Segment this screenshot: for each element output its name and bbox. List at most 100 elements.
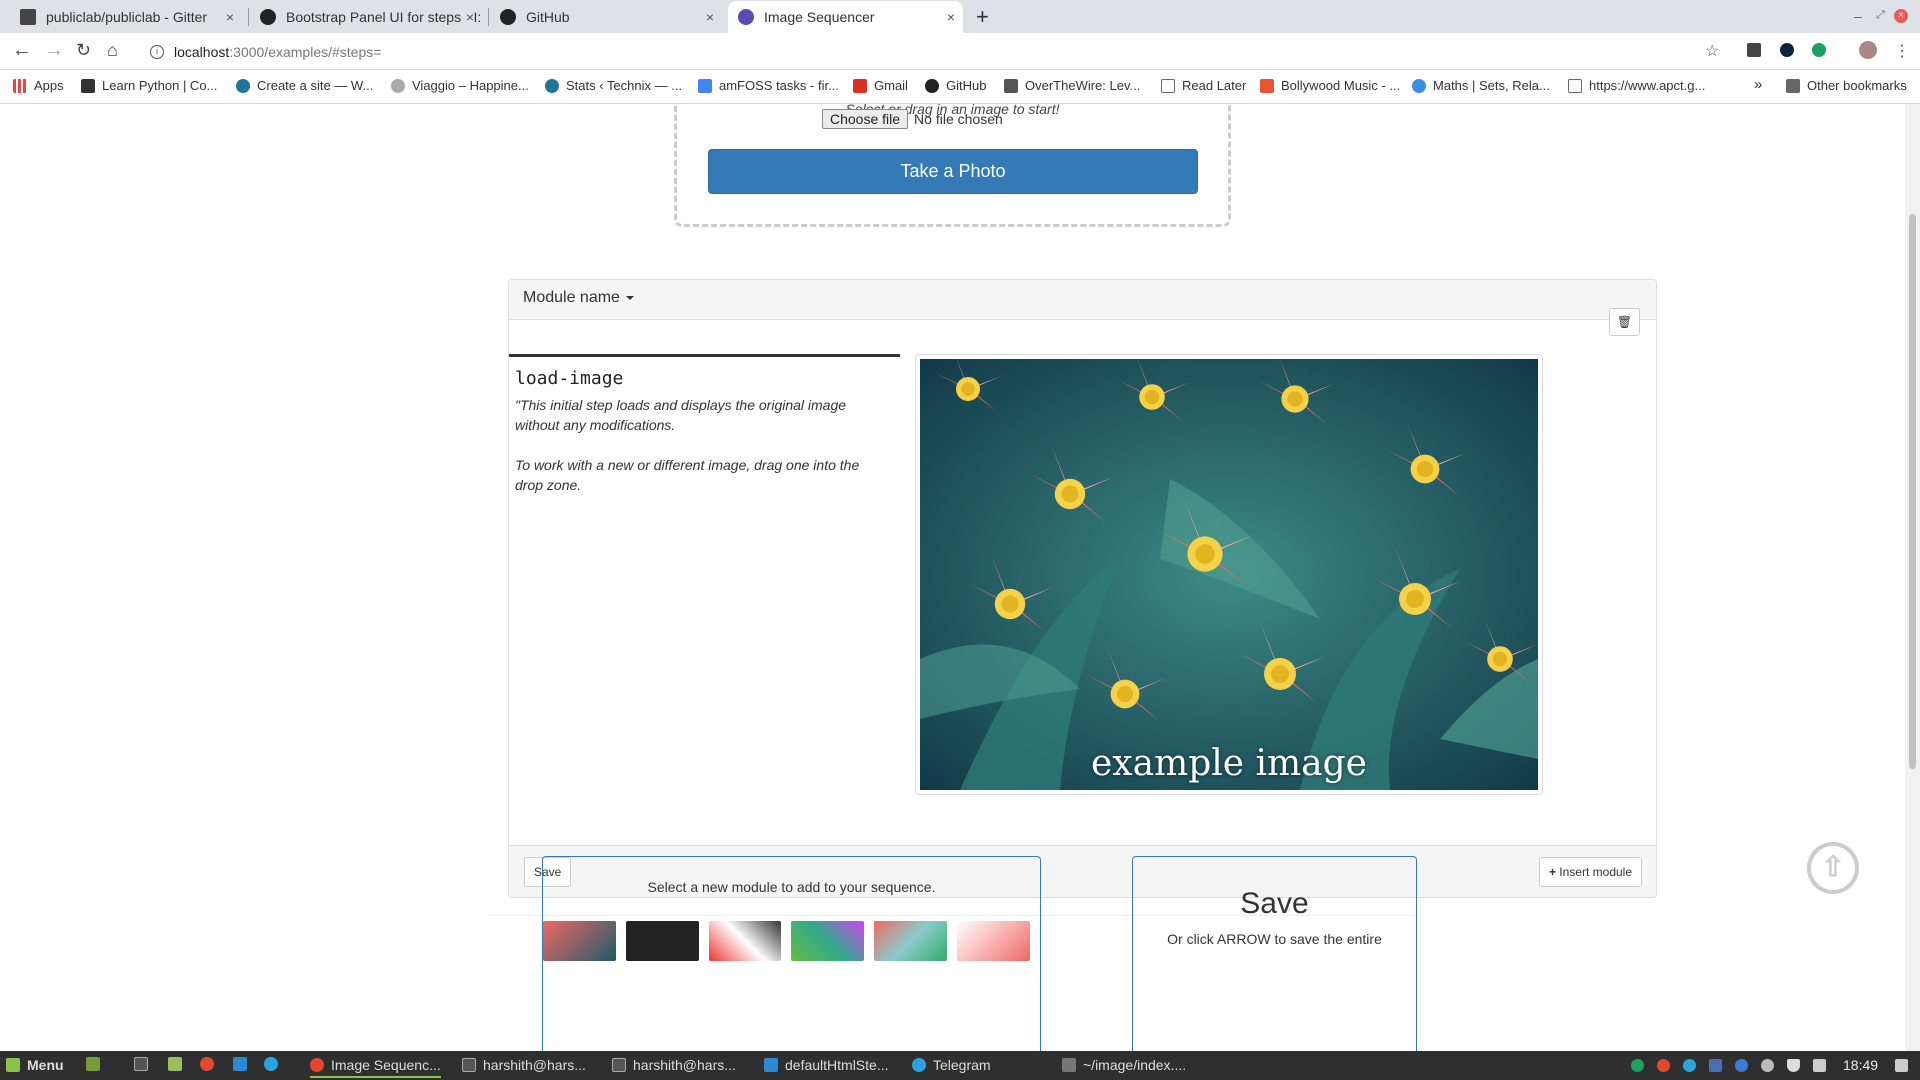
quicklaunch-files[interactable] (168, 1057, 189, 1071)
quicklaunch-desktop[interactable] (86, 1057, 107, 1071)
tray-chrome-icon[interactable] (1657, 1059, 1670, 1072)
bookmark-create-site[interactable]: Create a site — W... (236, 78, 373, 93)
bluetooth-icon[interactable] (1735, 1059, 1748, 1072)
task-label: harshith@hars... (633, 1057, 736, 1073)
module-name-dropdown[interactable]: Module name (523, 289, 634, 306)
quicklaunch-terminal[interactable] (134, 1057, 155, 1071)
apps-grid-icon (13, 78, 27, 93)
bookmark-learn-python[interactable]: Learn Python | Co... (81, 78, 217, 93)
user-icon[interactable] (1761, 1059, 1774, 1072)
bookmark-stats[interactable]: Stats ‹ Technix — ... (545, 78, 682, 93)
tab-github[interactable]: GitHub × (490, 1, 722, 33)
module-thumbnail[interactable] (791, 921, 865, 961)
home-icon[interactable]: ⌂ (107, 40, 118, 60)
avatar[interactable] (1859, 41, 1877, 59)
tray-telegram-icon[interactable] (1683, 1059, 1696, 1072)
tab-bootstrap-panel[interactable]: Bootstrap Panel UI for steps · I: × (250, 1, 482, 33)
bookmark-viaggio[interactable]: Viaggio – Happine... (391, 78, 529, 93)
module-thumbnail[interactable] (708, 921, 782, 961)
other-bookmarks[interactable]: Other bookmarks (1786, 78, 1907, 93)
task-editor[interactable]: ~/image/index.... (1062, 1057, 1186, 1073)
new-tab-button[interactable]: + (976, 4, 989, 30)
info-icon[interactable]: i (150, 45, 164, 59)
image-sequencer-icon (738, 9, 754, 25)
desktop-icon (86, 1057, 100, 1071)
shield-icon[interactable] (1709, 1059, 1722, 1072)
tulip-photo (920, 359, 1538, 790)
bookmark-label: https://www.apct.g... (1589, 78, 1706, 93)
bookmark-label: GitHub (946, 78, 987, 93)
bookmark-apct[interactable]: https://www.apct.g... (1568, 78, 1705, 93)
back-arrow-icon[interactable]: ← (12, 40, 32, 60)
telegram-icon (912, 1058, 926, 1072)
forward-arrow-icon[interactable]: → (44, 40, 64, 60)
menu-label: Menu (27, 1057, 64, 1073)
wifi-icon[interactable] (1787, 1059, 1800, 1072)
bookmark-maths[interactable]: Maths | Sets, Rela... (1412, 78, 1550, 93)
extension-icon[interactable] (1812, 43, 1826, 57)
maximize-icon[interactable]: ⤢ (1876, 9, 1885, 22)
bookmark-amfoss[interactable]: amFOSS tasks - fir... (698, 78, 839, 93)
overthewire-icon (1004, 78, 1018, 93)
minimize-icon[interactable]: – (1854, 8, 1862, 24)
module-thumbnail[interactable] (625, 921, 699, 961)
module-thumbnail[interactable] (543, 921, 616, 961)
kebab-menu-icon[interactable]: ⋮ (1894, 41, 1910, 61)
extension-icon[interactable] (1747, 43, 1761, 57)
quicklaunch-vscode[interactable] (233, 1057, 254, 1071)
page-scrollbar[interactable] (1905, 104, 1920, 1051)
close-icon[interactable]: × (947, 9, 955, 25)
choose-file-button[interactable]: Choose file (822, 109, 909, 129)
file-input[interactable]: Choose file No file chosen (822, 109, 1003, 129)
window-close-icon[interactable]: × (1894, 9, 1908, 23)
step-panel: Module name 🗑 load-image "This initial s… (508, 279, 1657, 898)
tab-title: Image Sequencer (764, 9, 875, 25)
tab-divider (248, 8, 249, 26)
extension-icon[interactable] (1780, 43, 1794, 57)
tab-image-sequencer[interactable]: Image Sequencer × (728, 1, 963, 33)
close-icon[interactable]: × (706, 9, 714, 25)
volume-icon[interactable] (1895, 1059, 1908, 1072)
task-image-sequencer[interactable]: Image Sequenc... (310, 1057, 441, 1078)
bookmark-overthewire[interactable]: OverTheWire: Lev... (1004, 78, 1140, 93)
tab-gitter[interactable]: publiclab/publiclab - Gitter × (10, 1, 242, 33)
address-bar[interactable]: i localhost:3000/examples/#steps= (150, 38, 1710, 66)
tray-app-icon[interactable] (1631, 1059, 1644, 1072)
step-image-thumbnail[interactable]: example image (915, 354, 1543, 795)
bookmark-read-later[interactable]: Read Later (1161, 78, 1246, 93)
bookmark-gmail[interactable]: Gmail (853, 78, 908, 93)
bookmark-label: Bollywood Music - ... (1281, 78, 1401, 93)
quicklaunch-telegram[interactable] (264, 1057, 285, 1071)
task-vscode[interactable]: defaultHtmlSte... (764, 1057, 889, 1073)
browser-toolbar: ← → ↻ ⌂ i localhost:3000/examples/#steps… (0, 33, 1920, 70)
start-menu-button[interactable]: Menu (6, 1057, 64, 1073)
bookmark-label: Maths | Sets, Rela... (1433, 78, 1550, 93)
trash-icon[interactable]: 🗑 (1609, 308, 1640, 336)
take-photo-button[interactable]: Take a Photo (708, 149, 1198, 194)
more-bookmarks-icon[interactable]: » (1754, 76, 1762, 93)
caret-down-icon (625, 295, 634, 300)
close-icon[interactable]: × (226, 9, 234, 25)
bookmark-apps[interactable]: Apps (13, 78, 64, 93)
bookmark-star-icon[interactable]: ☆ (1705, 41, 1719, 61)
tab-title: Bootstrap Panel UI for steps · I: (286, 9, 482, 25)
task-telegram[interactable]: Telegram (912, 1057, 991, 1073)
battery-icon[interactable] (1813, 1059, 1826, 1072)
scrollbar-thumb[interactable] (1909, 214, 1916, 769)
task-terminal-2[interactable]: harshith@hars... (612, 1057, 736, 1073)
module-description: "This initial step loads and displays th… (515, 395, 875, 495)
reload-icon[interactable]: ↻ (76, 40, 91, 60)
bookmark-bollywood[interactable]: Bollywood Music - ... (1260, 78, 1400, 93)
url-host: localhost (174, 44, 230, 60)
module-thumbnail[interactable] (874, 921, 948, 961)
scroll-to-top-icon[interactable]: ⇧ (1807, 842, 1859, 894)
clock[interactable]: 18:49 (1843, 1057, 1878, 1073)
task-terminal-1[interactable]: harshith@hars... (462, 1057, 586, 1073)
image-drop-zone[interactable]: Select or drag in an image to start! Cho… (674, 104, 1231, 227)
music-icon (1260, 78, 1274, 93)
module-thumbnail[interactable] (957, 921, 1030, 961)
quicklaunch-chrome[interactable] (200, 1057, 221, 1071)
bookmark-github[interactable]: GitHub (925, 78, 986, 93)
insert-module-button[interactable]: + Insert module (1538, 857, 1642, 887)
close-icon[interactable]: × (461, 9, 474, 25)
